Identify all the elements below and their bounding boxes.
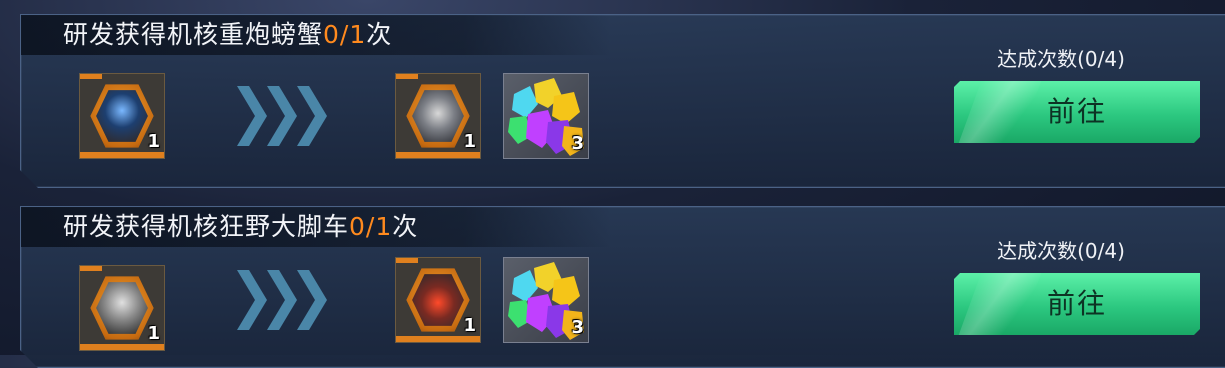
item-count: 1: [147, 323, 160, 344]
task-title: 研发获得机核重炮螃蟹0/1次: [63, 20, 393, 49]
crystal-gems-icon[interactable]: 3: [503, 73, 589, 159]
convert-arrow-icon: [237, 270, 335, 330]
wild-bigfoot-core-icon[interactable]: 1: [395, 257, 481, 343]
task-progress: 0/1: [323, 20, 367, 49]
item-count: 3: [571, 317, 584, 338]
item-count: 1: [147, 131, 160, 152]
task-card: 研发获得机核狂野大脚车0/1次 1 1 3 达成次数(0/4) 前往: [20, 206, 1225, 368]
robot-core-gray-icon[interactable]: 1: [79, 265, 165, 351]
task-progress: 0/1: [349, 212, 393, 241]
crystal-gems-icon[interactable]: 3: [503, 257, 589, 343]
item-count: 1: [463, 131, 476, 152]
item-count: 3: [571, 133, 584, 154]
go-button[interactable]: 前往: [954, 273, 1200, 335]
item-count: 1: [463, 315, 476, 336]
heavy-cannon-crab-core-icon[interactable]: 1: [395, 73, 481, 159]
goal-count-label: 达成次数(0/4): [997, 47, 1125, 71]
go-button[interactable]: 前往: [954, 81, 1200, 143]
task-title: 研发获得机核狂野大脚车0/1次: [63, 212, 419, 241]
task-card: 研发获得机核重炮螃蟹0/1次 1 1 3 达成次数(0/4) 前往: [20, 14, 1225, 188]
goal-count-label: 达成次数(0/4): [997, 239, 1125, 263]
robot-core-blue-icon[interactable]: 1: [79, 73, 165, 159]
convert-arrow-icon: [237, 86, 335, 146]
